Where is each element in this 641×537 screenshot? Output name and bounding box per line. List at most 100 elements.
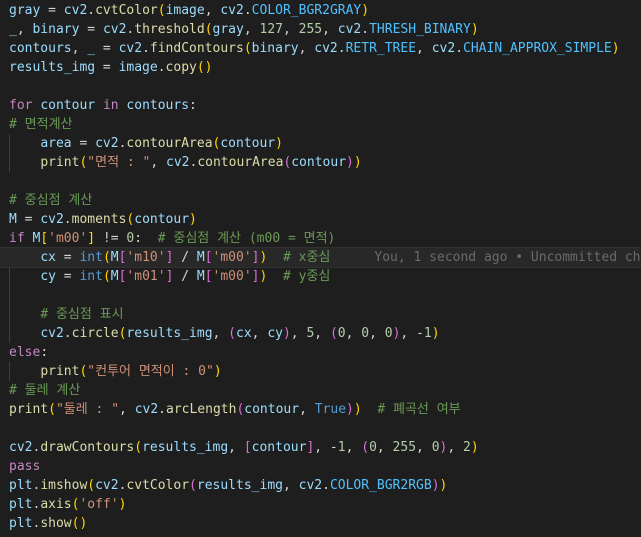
- code-token: [: [204, 250, 213, 265]
- code-token: cv2: [40, 326, 64, 341]
- code-token: cv2: [102, 22, 127, 37]
- code-line-19[interactable]: else:: [0, 343, 641, 362]
- code-token: results_img: [9, 60, 96, 75]
- code-line-28[interactable]: plt.show(): [0, 514, 641, 533]
- code-token: ): [611, 41, 620, 56]
- code-token: cv2: [431, 41, 456, 56]
- code-token: # 중심점 계산 (m00 = 면적): [157, 231, 336, 246]
- code-token: 0: [384, 326, 393, 341]
- code-line-3[interactable]: contours, _ = cv2.findContours(binary, c…: [0, 39, 641, 58]
- code-line-20[interactable]: print("컨투어 면적이 : 0"): [0, 362, 641, 381]
- code-line-17[interactable]: # 중심점 표시: [0, 305, 641, 324]
- code-token: ): [189, 212, 197, 227]
- code-token: (: [361, 440, 370, 455]
- code-token: 'off': [79, 497, 119, 512]
- code-token: ): [353, 402, 362, 417]
- code-token: ,: [416, 440, 432, 455]
- code-line-16[interactable]: [0, 286, 641, 305]
- code-token: 0: [369, 440, 377, 455]
- code-token: =: [79, 22, 103, 37]
- code-token: =: [55, 269, 80, 284]
- code-line-22[interactable]: print("둘레 : ", cv2.arcLength(contour, Tr…: [0, 400, 641, 419]
- code-line-8[interactable]: area = cv2.contourArea(contour): [0, 134, 641, 153]
- code-token: (): [71, 516, 88, 531]
- code-token: contourArea: [197, 155, 284, 170]
- code-token: # x중심: [282, 250, 331, 265]
- code-line-10[interactable]: [0, 172, 641, 191]
- code-token: gray: [212, 22, 244, 37]
- code-token: 255: [392, 440, 417, 455]
- code-token: # 둘레 계산: [9, 383, 81, 398]
- code-token: :: [40, 345, 49, 360]
- code-token: ,: [298, 41, 315, 56]
- code-token: 'm01': [126, 269, 166, 284]
- code-token: ,: [212, 326, 229, 341]
- code-token: ): [346, 155, 354, 170]
- code-token: ,: [369, 326, 385, 341]
- code-line-27[interactable]: plt.axis('off'): [0, 495, 641, 514]
- code-token: circle: [71, 326, 119, 341]
- code-token: ): [470, 22, 479, 37]
- code-line-11[interactable]: # 중심점 계산: [0, 191, 641, 210]
- code-token: contour: [40, 98, 96, 113]
- code-token: cv2: [134, 402, 159, 417]
- code-line-5[interactable]: [0, 77, 641, 96]
- code-line-18[interactable]: cv2.circle(results_img, (cx, cy), 5, (0,…: [0, 324, 641, 343]
- code-token: -: [416, 326, 424, 341]
- code-token: ,: [204, 3, 221, 18]
- code-token: contours: [9, 41, 72, 56]
- code-token: "둘레 : ": [55, 402, 120, 417]
- code-token: binary: [251, 41, 299, 56]
- code-token: # 면적계산: [9, 117, 73, 132]
- code-editor[interactable]: gray = cv2.cvtColor(image, cv2.COLOR_BGR…: [0, 0, 641, 537]
- code-token: [: [243, 440, 252, 455]
- code-line-24[interactable]: cv2.drawContours(results_img, [contour],…: [0, 438, 641, 457]
- code-line-26[interactable]: plt.imshow(cv2.cvtColor(results_img, cv2…: [0, 476, 641, 495]
- code-token: -: [329, 440, 338, 455]
- code-token: .: [157, 60, 166, 75]
- code-line-6[interactable]: for contour in contours:: [0, 96, 641, 115]
- code-token: print: [40, 364, 80, 379]
- code-line-2[interactable]: _, binary = cv2. threshold(gray, 127, 255…: [0, 20, 641, 39]
- code-token: cv2: [63, 3, 88, 18]
- code-token: ): [118, 497, 127, 512]
- code-line-21[interactable]: # 둘레 계산: [0, 381, 641, 400]
- code-token: COLOR_BGR2GRAY: [251, 3, 362, 18]
- code-token: CHAIN_APPROX_SIMPLE: [463, 41, 612, 56]
- code-token: cv2: [298, 478, 323, 493]
- git-blame-annotation: You, 1 second ago • Uncommitted ch: [374, 250, 641, 265]
- code-token: ): [213, 364, 222, 379]
- code-token: (): [196, 60, 213, 75]
- code-token: (: [204, 22, 213, 37]
- code-token: in: [102, 98, 119, 113]
- code-line-13[interactable]: if M['m00'] != 0: # 중심점 계산 (m00 = 면적): [0, 229, 641, 248]
- code-token: .: [142, 41, 150, 56]
- code-token: !=: [95, 231, 127, 246]
- code-line-9[interactable]: print("면적 : ", cv2.contourArea(contour)): [0, 153, 641, 172]
- code-token: contours: [126, 98, 190, 113]
- code-line-25[interactable]: pass: [0, 457, 641, 476]
- code-line-4[interactable]: results_img = image.copy(): [0, 58, 641, 77]
- code-token: results_img: [196, 478, 283, 493]
- code-token: cx: [236, 326, 252, 341]
- code-line-14[interactable]: cx = int(M['m10'] / M['m00']) # x중심 You, …: [0, 247, 641, 268]
- code-line-15[interactable]: cy = int(M['m01'] / M['m00']) # y중심: [0, 267, 641, 286]
- code-token: cy: [40, 269, 56, 284]
- code-token: cv2: [314, 41, 338, 56]
- code-token: ): [282, 326, 291, 341]
- code-token: 1: [423, 326, 432, 341]
- code-line-12[interactable]: M = cv2.moments(contour): [0, 210, 641, 229]
- code-token: M: [9, 212, 17, 227]
- code-token: 'm10': [126, 250, 166, 265]
- code-token: 0: [337, 326, 346, 341]
- code-line-7[interactable]: # 면적계산: [0, 115, 641, 134]
- code-token: ,: [400, 326, 417, 341]
- code-line-23[interactable]: [0, 419, 641, 438]
- code-line-1[interactable]: gray = cv2.cvtColor(image, cv2.COLOR_BGR…: [0, 1, 641, 20]
- code-token: (: [134, 440, 143, 455]
